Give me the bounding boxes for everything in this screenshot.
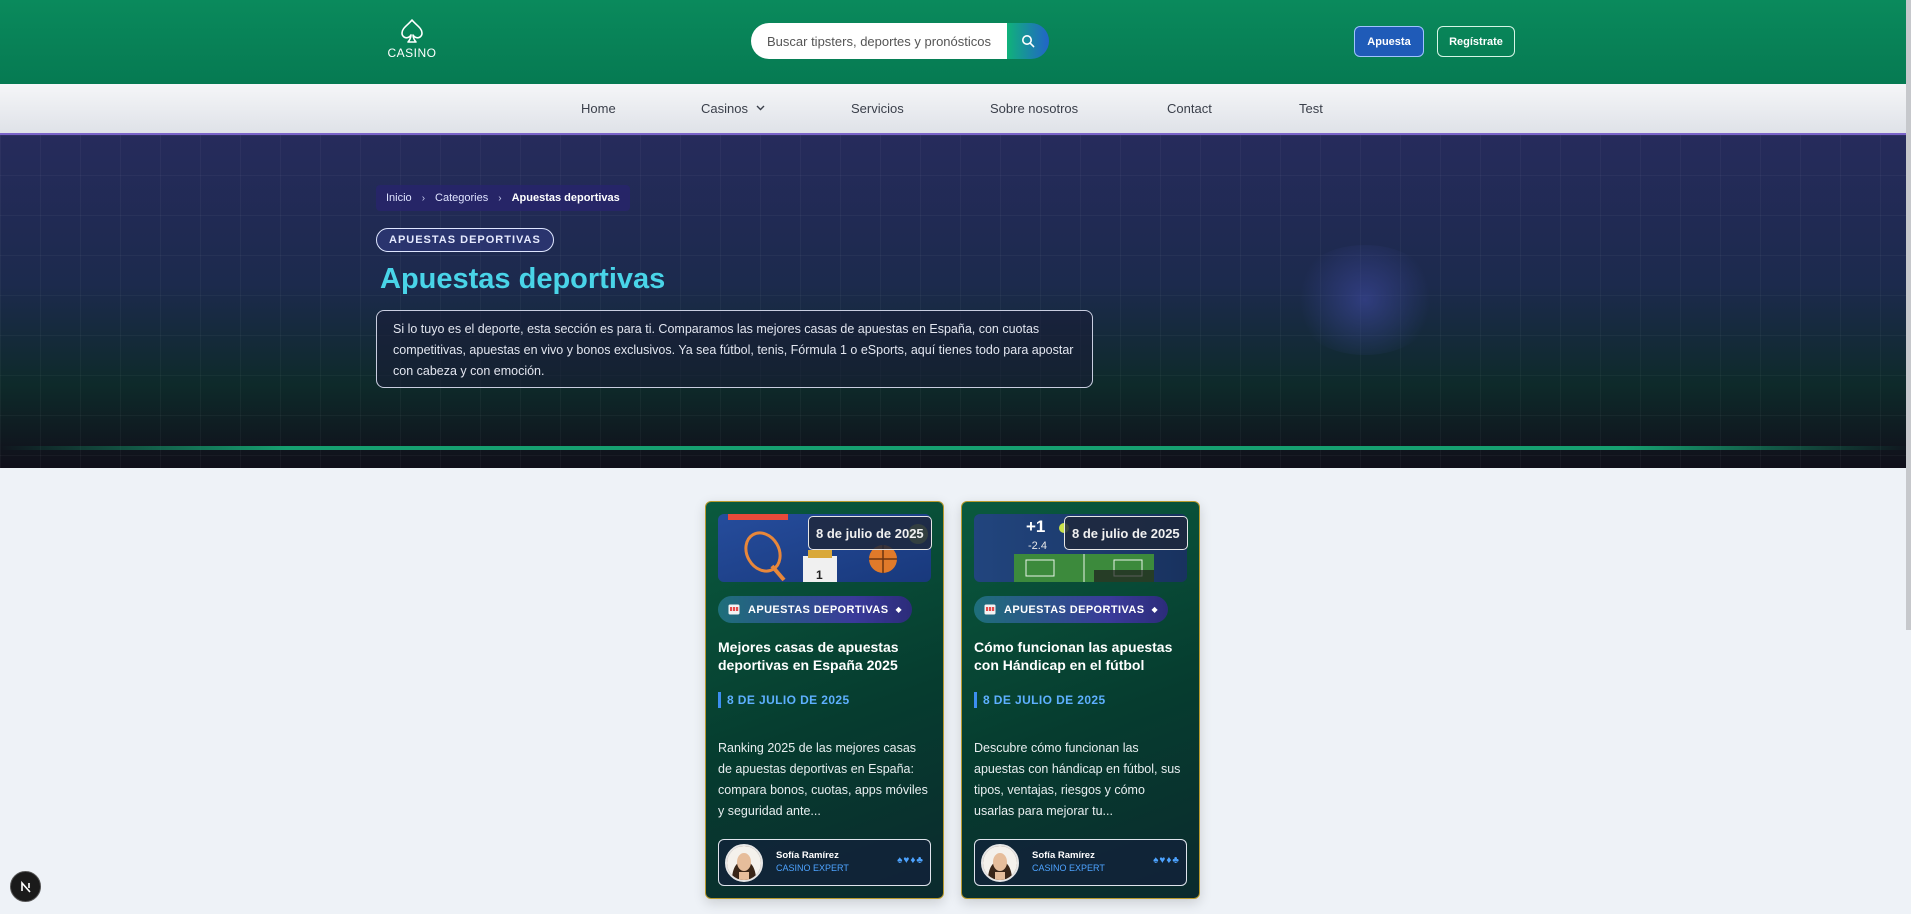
article-card[interactable]: +1 -2.4 8 de julio de 2025 APUESTAS DEPO… [961, 501, 1200, 899]
breadcrumb-link-categories[interactable]: Categories [435, 192, 488, 204]
search-button[interactable] [1007, 23, 1049, 59]
author-name: Sofía Ramírez [1032, 850, 1095, 861]
article-excerpt: Descubre cómo funcionan las apuestas con… [974, 741, 1181, 818]
breadcrumb-link-inicio[interactable]: Inicio [386, 192, 412, 204]
author-box: Sofía Ramírez CASINO EXPERT ♠♥♦♣ [718, 839, 931, 886]
register-button[interactable]: Regístrate [1437, 26, 1515, 57]
chevron-right-icon: › [421, 192, 426, 204]
search-bar [751, 23, 1049, 59]
breadcrumb: Inicio › Categories › Apuestas deportiva… [376, 185, 630, 211]
article-title[interactable]: Mejores casas de apuestas deportivas en … [718, 638, 932, 674]
hero-divider [0, 446, 1911, 450]
chevron-right-icon: › [498, 192, 502, 204]
article-date: 8 DE JULIO DE 2025 [974, 692, 1106, 708]
nav-item-contact[interactable]: Contact [1167, 101, 1212, 116]
slot-machine-icon [728, 604, 740, 615]
spade-icon [401, 19, 423, 43]
logo-text: CASINO [387, 46, 437, 60]
apuesta-button[interactable]: Apuesta [1354, 26, 1424, 57]
category-description: Si lo tuyo es el deporte, esta sección e… [376, 310, 1093, 388]
slot-machine-icon [984, 604, 996, 615]
nav-item-casinos[interactable]: Casinos [701, 101, 765, 116]
category-badge: APUESTAS DEPORTIVAS [376, 228, 554, 252]
search-input[interactable] [751, 23, 1007, 59]
card-suits-icon: ♠♥♦♣ [1153, 855, 1180, 866]
nav-item-home[interactable]: Home [581, 101, 616, 116]
thumbnail-odds-plus: +1 [1026, 517, 1045, 536]
thumbnail-odds-minus: -2.4 [1028, 540, 1047, 552]
nav-item-test[interactable]: Test [1299, 101, 1323, 116]
category-pill[interactable]: APUESTAS DEPORTIVAS ◆ [718, 596, 912, 623]
category-label: APUESTAS DEPORTIVAS [1004, 603, 1145, 616]
nextjs-icon [20, 880, 31, 893]
author-role: CASINO EXPERT [776, 863, 849, 873]
page-scrollbar[interactable] [1906, 0, 1911, 630]
nav-item-label: Casinos [701, 101, 748, 116]
avatar [981, 844, 1019, 882]
article-date: 8 DE JULIO DE 2025 [718, 692, 850, 708]
svg-text:1: 1 [816, 568, 823, 582]
page-title: Apuestas deportivas [380, 263, 666, 295]
article-card[interactable]: 1 8 de julio de 2025 APUESTAS DEPORTIVAS… [705, 501, 944, 899]
date-badge: 8 de julio de 2025 [1064, 516, 1188, 550]
article-excerpt: Ranking 2025 de las mejores casas de apu… [718, 741, 928, 818]
category-hero: Inicio › Categories › Apuestas deportiva… [0, 135, 1911, 468]
article-title[interactable]: Cómo funcionan las apuestas con Hándicap… [974, 638, 1188, 674]
chevron-down-icon [756, 105, 765, 111]
nav-item-sobre-nosotros[interactable]: Sobre nosotros [990, 101, 1078, 116]
card-suits-icon: ♠♥♦♣ [897, 855, 924, 866]
site-header: CASINO Apuesta Regístrate [0, 0, 1911, 84]
author-name: Sofía Ramírez [776, 850, 839, 861]
category-label: APUESTAS DEPORTIVAS [748, 603, 889, 616]
hero-grid-pattern [0, 135, 1911, 468]
avatar [725, 844, 763, 882]
date-badge: 8 de julio de 2025 [808, 516, 932, 550]
author-box: Sofía Ramírez CASINO EXPERT ♠♥♦♣ [974, 839, 1187, 886]
main-nav: Home Casinos Servicios Sobre nosotros Co… [0, 84, 1911, 135]
site-logo[interactable]: CASINO [386, 18, 438, 60]
nav-item-servicios[interactable]: Servicios [851, 101, 904, 116]
category-pill[interactable]: APUESTAS DEPORTIVAS ◆ [974, 596, 1168, 623]
diamond-icon: ◆ [1151, 605, 1158, 614]
breadcrumb-current: Apuestas deportivas [511, 192, 620, 204]
diamond-icon: ◆ [895, 605, 902, 614]
hero-glow [1290, 245, 1440, 355]
nextjs-dev-badge[interactable] [10, 871, 41, 902]
search-icon [1022, 35, 1035, 48]
author-role: CASINO EXPERT [1032, 863, 1105, 873]
